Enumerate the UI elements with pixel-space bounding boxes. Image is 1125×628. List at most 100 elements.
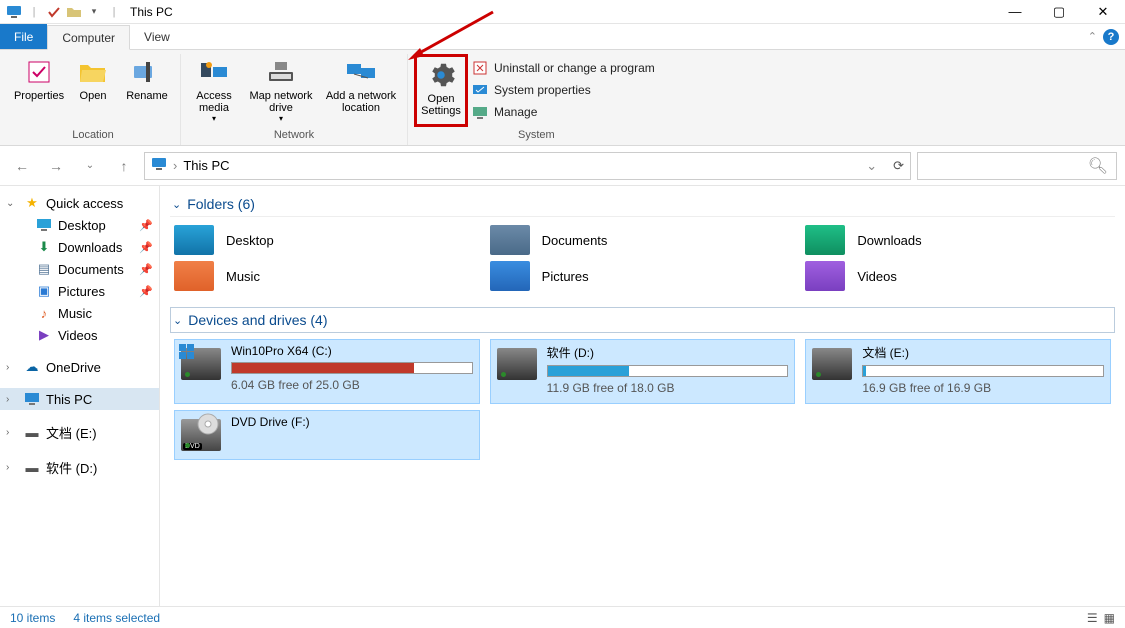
- chevron-right-icon[interactable]: ›: [6, 394, 18, 405]
- drive-icon: ▬: [24, 425, 40, 441]
- sidebar-music[interactable]: ♪Music: [0, 302, 159, 324]
- music-icon: ♪: [36, 305, 52, 321]
- address-bar[interactable]: › This PC ⌄ ⟳: [144, 152, 911, 180]
- usage-bar: [231, 362, 473, 374]
- pin-icon[interactable]: 📌: [139, 241, 153, 254]
- sidebar-drive-d[interactable]: ›▬软件 (D:): [0, 455, 159, 480]
- properties-icon: [23, 56, 55, 88]
- open-button[interactable]: Open: [66, 54, 120, 127]
- close-button[interactable]: ✕: [1081, 0, 1125, 24]
- hdd-icon: [181, 348, 221, 380]
- chevron-down-icon[interactable]: ⌄: [172, 198, 181, 211]
- status-item-count: 10 items: [10, 611, 55, 625]
- up-button[interactable]: ↑: [110, 152, 138, 180]
- tiles-view-icon[interactable]: ▦: [1104, 611, 1115, 625]
- window-title: This PC: [130, 5, 173, 19]
- sidebar-pictures[interactable]: ▣Pictures📌: [0, 280, 159, 302]
- sidebar-desktop[interactable]: Desktop📌: [0, 214, 159, 236]
- rename-button[interactable]: Rename: [120, 54, 174, 127]
- tab-file[interactable]: File: [0, 24, 47, 49]
- status-bar: 10 items 4 items selected ☰ ▦: [0, 606, 1125, 628]
- status-selected-count: 4 items selected: [73, 611, 160, 625]
- qa-sep2-icon: |: [106, 4, 122, 20]
- usage-bar: [862, 365, 1104, 377]
- nav-bar: ← → ⌄ ↑ › This PC ⌄ ⟳ 🔍︎: [0, 146, 1125, 186]
- cloud-icon: ☁: [24, 359, 40, 375]
- nav-pane: ⌄ ★ Quick access Desktop📌 ⬇Downloads📌 ▤D…: [0, 186, 160, 606]
- qa-sep-icon: |: [26, 4, 42, 20]
- pin-icon[interactable]: 📌: [139, 285, 153, 298]
- download-icon: ⬇: [36, 239, 52, 255]
- manage-link[interactable]: Manage: [468, 102, 659, 122]
- breadcrumb[interactable]: This PC: [183, 158, 229, 173]
- folders-section-header[interactable]: ⌄ Folders (6): [170, 192, 1115, 217]
- content-pane: ⌄ Folders (6) Desktop Documents Download…: [160, 186, 1125, 606]
- open-settings-button[interactable]: Open Settings: [414, 54, 468, 127]
- maximize-button[interactable]: ▢: [1037, 0, 1081, 24]
- recent-dropdown-icon[interactable]: ⌄: [76, 152, 104, 180]
- chevron-down-icon[interactable]: ⌄: [173, 314, 182, 327]
- drive-d[interactable]: 软件 (D:) 11.9 GB free of 18.0 GB: [490, 339, 796, 404]
- pin-icon[interactable]: 📌: [139, 219, 153, 232]
- sidebar-this-pc[interactable]: ›This PC: [0, 388, 159, 410]
- qa-folder-icon[interactable]: [66, 4, 82, 20]
- access-media-icon: [198, 56, 230, 88]
- ribbon: Properties Open Rename Location: [0, 50, 1125, 146]
- map-drive-button[interactable]: Map network drive▾: [241, 54, 321, 127]
- explorer-body: ⌄ ★ Quick access Desktop📌 ⬇Downloads📌 ▤D…: [0, 186, 1125, 606]
- drives-section-header[interactable]: ⌄ Devices and drives (4): [170, 307, 1115, 333]
- add-location-icon: [345, 56, 377, 88]
- drive-f-dvd[interactable]: DVD DVD Drive (F:): [174, 410, 480, 460]
- chevron-right-icon[interactable]: ›: [6, 462, 18, 473]
- sidebar-documents[interactable]: ▤Documents📌: [0, 258, 159, 280]
- folder-desktop[interactable]: Desktop: [174, 225, 480, 255]
- folder-documents[interactable]: Documents: [490, 225, 796, 255]
- access-media-button[interactable]: Access media▾: [187, 54, 241, 127]
- qa-dropdown-icon[interactable]: ▾: [86, 4, 102, 20]
- videos-folder-icon: [805, 261, 845, 291]
- picture-icon: ▣: [36, 283, 52, 299]
- drive-c[interactable]: Win10Pro X64 (C:) 6.04 GB free of 25.0 G…: [174, 339, 480, 404]
- sidebar-quick-access[interactable]: ⌄ ★ Quick access: [0, 192, 159, 214]
- sidebar-downloads[interactable]: ⬇Downloads📌: [0, 236, 159, 258]
- rename-icon: [131, 56, 163, 88]
- minimize-button[interactable]: —: [993, 0, 1037, 24]
- address-pc-icon: [151, 156, 167, 175]
- chevron-down-icon[interactable]: ⌄: [6, 198, 18, 209]
- back-button[interactable]: ←: [8, 152, 36, 180]
- folder-downloads[interactable]: Downloads: [805, 225, 1111, 255]
- details-view-icon[interactable]: ☰: [1087, 611, 1098, 625]
- open-folder-icon: [77, 56, 109, 88]
- drives-grid: Win10Pro X64 (C:) 6.04 GB free of 25.0 G…: [170, 333, 1115, 466]
- drive-e[interactable]: 文档 (E:) 16.9 GB free of 16.9 GB: [805, 339, 1111, 404]
- drive-icon: ▬: [24, 460, 40, 476]
- sidebar-videos[interactable]: ▶Videos: [0, 324, 159, 346]
- add-network-location-button[interactable]: Add a network location: [321, 54, 401, 127]
- hdd-icon: [497, 348, 537, 380]
- folder-pictures[interactable]: Pictures: [490, 261, 796, 291]
- qa-check-icon[interactable]: [46, 4, 62, 20]
- pin-icon[interactable]: 📌: [139, 263, 153, 276]
- uninstall-icon: [472, 60, 488, 76]
- search-box[interactable]: 🔍︎: [917, 152, 1117, 180]
- help-icon[interactable]: ?: [1103, 29, 1119, 45]
- properties-button[interactable]: Properties: [12, 54, 66, 127]
- refresh-button[interactable]: ⟳: [893, 158, 904, 174]
- tab-view[interactable]: View: [130, 24, 184, 49]
- system-properties-link[interactable]: System properties: [468, 80, 659, 100]
- sidebar-drive-e[interactable]: ›▬文档 (E:): [0, 420, 159, 445]
- ribbon-collapse-icon[interactable]: ⌃: [1088, 30, 1097, 43]
- sidebar-onedrive[interactable]: ›☁OneDrive: [0, 356, 159, 378]
- uninstall-program-link[interactable]: Uninstall or change a program: [468, 58, 659, 78]
- folder-videos[interactable]: Videos: [805, 261, 1111, 291]
- chevron-right-icon[interactable]: ›: [6, 427, 18, 438]
- forward-button[interactable]: →: [42, 152, 70, 180]
- ribbon-group-network: Access media▾ Map network drive▾ Add a n…: [181, 54, 408, 145]
- chevron-right-icon[interactable]: ›: [6, 362, 18, 373]
- tab-computer[interactable]: Computer: [47, 25, 130, 50]
- title-bar: | ▾ | This PC — ▢ ✕: [0, 0, 1125, 24]
- dvd-icon: DVD: [181, 419, 221, 451]
- address-dropdown-icon[interactable]: ⌄: [866, 158, 877, 174]
- folder-music[interactable]: Music: [174, 261, 480, 291]
- ribbon-group-location: Properties Open Rename Location: [6, 54, 181, 145]
